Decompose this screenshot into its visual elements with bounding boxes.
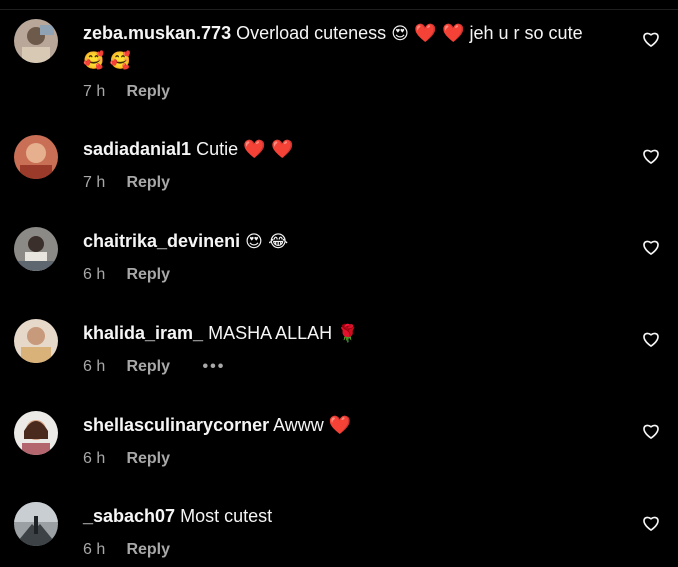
heart-outline-icon[interactable] bbox=[641, 29, 661, 49]
heart-outline-icon[interactable] bbox=[641, 513, 661, 533]
comment-text: jeh u r so cute bbox=[469, 23, 583, 43]
comment-username[interactable]: shellasculinarycorner bbox=[83, 415, 269, 435]
comment-body: sadiadanial1 Cutie ❤️ ❤️ bbox=[83, 136, 618, 163]
comment-meta: 7 h Reply bbox=[83, 83, 170, 101]
comment-body: _sabach07 Most cutest bbox=[83, 503, 618, 529]
comment-text: Awww bbox=[273, 415, 324, 435]
comment-meta: 6 h Reply bbox=[83, 541, 170, 559]
reply-button[interactable]: Reply bbox=[126, 174, 170, 191]
reply-button[interactable]: Reply bbox=[126, 450, 170, 467]
avatar[interactable] bbox=[14, 19, 58, 63]
comment-text: Overload cuteness bbox=[236, 23, 387, 43]
comment-meta: 6 h Reply bbox=[83, 266, 170, 284]
comment-body: chaitrika_devineni 😍 😂 bbox=[83, 228, 618, 255]
comment-text: Cutie bbox=[196, 139, 239, 159]
comment-body: shellasculinarycorner Awww ❤️ bbox=[83, 412, 618, 439]
emoji: 😍 bbox=[391, 24, 409, 44]
comment-meta: 6 h Reply ••• bbox=[83, 358, 225, 376]
heart-outline-icon[interactable] bbox=[641, 237, 661, 257]
heart-outline-icon[interactable] bbox=[641, 329, 661, 349]
comment-username[interactable]: sadiadanial1 bbox=[83, 139, 191, 159]
comment-body: khalida_iram_ MASHA ALLAH 🌹 bbox=[83, 320, 618, 347]
heart-emoji: ❤️ ❤️ bbox=[243, 139, 294, 160]
avatar[interactable] bbox=[14, 135, 58, 179]
timestamp: 6 h bbox=[83, 358, 106, 375]
rose-emoji: 🌹 bbox=[337, 324, 359, 344]
timestamp: 6 h bbox=[83, 541, 106, 558]
avatar[interactable] bbox=[14, 319, 58, 363]
reply-button[interactable]: Reply bbox=[126, 83, 170, 100]
reply-button[interactable]: Reply bbox=[126, 358, 170, 375]
more-options-icon[interactable]: ••• bbox=[202, 358, 225, 376]
comment-body: zeba.muskan.773 Overload cuteness 😍 ❤️ ❤… bbox=[83, 20, 618, 74]
comment-text: Most cutest bbox=[180, 506, 273, 526]
comment-username[interactable]: zeba.muskan.773 bbox=[83, 23, 231, 43]
timestamp: 7 h bbox=[83, 83, 106, 100]
emoji: 😍 😂 bbox=[245, 232, 289, 252]
avatar[interactable] bbox=[14, 411, 58, 455]
heart-emoji: ❤️ ❤️ bbox=[413, 23, 465, 44]
timestamp: 6 h bbox=[83, 450, 106, 467]
avatar[interactable] bbox=[14, 227, 58, 271]
comment-username[interactable]: khalida_iram_ bbox=[83, 323, 203, 343]
heart-emoji: ❤️ bbox=[328, 415, 352, 436]
reply-button[interactable]: Reply bbox=[126, 541, 170, 558]
comment-text: MASHA ALLAH bbox=[208, 323, 333, 343]
timestamp: 7 h bbox=[83, 174, 106, 191]
comment-meta: 6 h Reply bbox=[83, 450, 170, 468]
comment-username[interactable]: chaitrika_devineni bbox=[83, 231, 240, 251]
reply-button[interactable]: Reply bbox=[126, 266, 170, 283]
timestamp: 6 h bbox=[83, 266, 106, 283]
heart-outline-icon[interactable] bbox=[641, 146, 661, 166]
heart-outline-icon[interactable] bbox=[641, 421, 661, 441]
avatar[interactable] bbox=[14, 502, 58, 546]
comment-username[interactable]: _sabach07 bbox=[83, 506, 175, 526]
comment-meta: 7 h Reply bbox=[83, 174, 170, 192]
top-divider bbox=[0, 9, 678, 10]
emoji: 🥰 🥰 bbox=[83, 51, 131, 71]
